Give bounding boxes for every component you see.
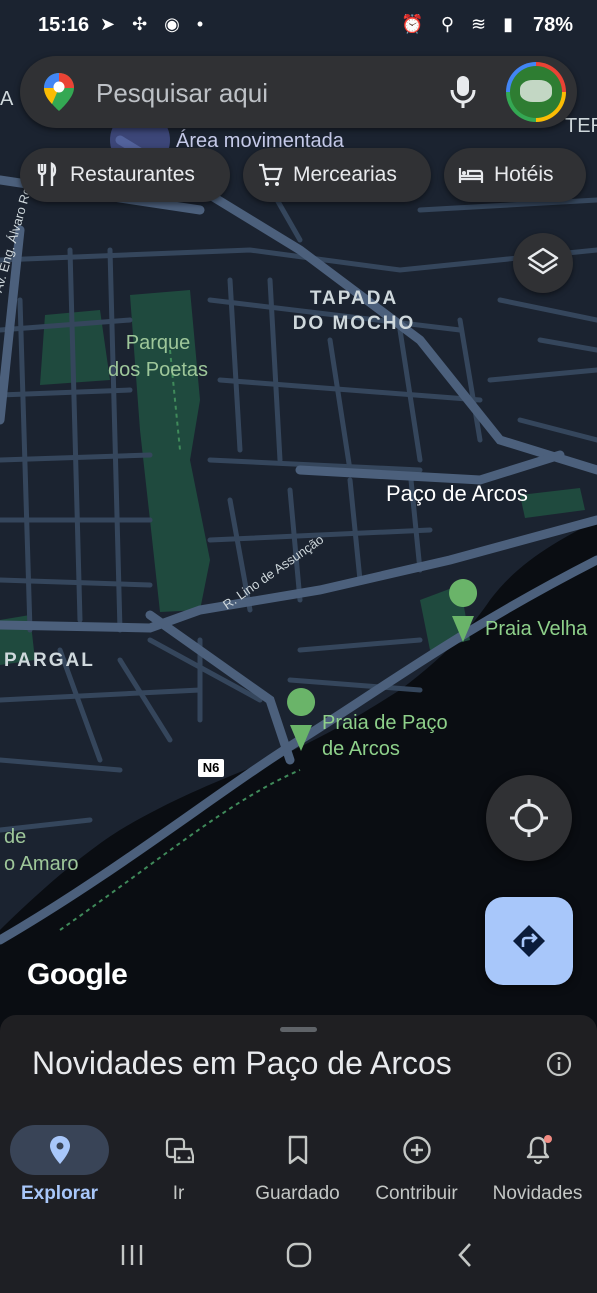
directions-button[interactable] — [485, 897, 573, 985]
google-attribution: Google — [27, 958, 128, 991]
neighborhood-label-tapada: TAPADA DO MOCHO — [286, 286, 422, 336]
tab-label: Ir — [172, 1183, 185, 1204]
my-location-button[interactable] — [486, 775, 572, 861]
bottom-navigation: Explorar Ir Guardado Contribuir Novidade… — [0, 1110, 597, 1220]
chip-label: Restaurantes — [70, 163, 195, 186]
sheet-title: Novidades em Paço de Arcos — [32, 1045, 452, 1081]
bed-icon — [458, 168, 484, 183]
notification-badge — [544, 1135, 552, 1143]
amaro-line1: de — [4, 826, 27, 848]
search-input[interactable]: Pesquisar aqui — [96, 78, 268, 109]
poi-label-praia-velha[interactable]: Praia Velha — [485, 616, 587, 642]
chip-label: Mercearias — [293, 163, 397, 186]
amaro-line2: o Amaro — [4, 853, 79, 875]
back-button[interactable] — [451, 1240, 481, 1270]
parque-line2: dos Poetas — [107, 359, 209, 381]
search-bar[interactable]: Pesquisar aqui — [20, 56, 577, 128]
profile-avatar[interactable] — [506, 62, 566, 122]
pin-icon — [50, 1136, 70, 1164]
chip-label: Hotéis — [494, 163, 554, 186]
system-navigation — [0, 1220, 597, 1293]
bell-icon — [526, 1135, 552, 1165]
edge-label-amaro: de o Amaro — [4, 824, 78, 878]
poi-label-praia-paco[interactable]: Praia de Paço de Arcos — [322, 710, 448, 762]
directions-icon — [513, 925, 545, 957]
layers-button[interactable] — [513, 233, 573, 293]
parque-line1: Parque — [125, 332, 191, 354]
tab-explorar[interactable]: Explorar — [0, 1110, 119, 1220]
maps-logo-icon — [44, 73, 74, 111]
neighborhood-label-pargal: PARGAL — [4, 650, 95, 671]
tab-guardado[interactable]: Guardado — [238, 1110, 357, 1220]
park-label-poetas[interactable]: Parque dos Poetas — [96, 330, 220, 384]
praia-paco-line2: de Arcos — [322, 738, 400, 760]
status-system-icons: ⏰ ⚲ ≋ ▮ — [401, 14, 519, 34]
edge-label-left: A — [0, 88, 14, 110]
road-shield-n6: N6 — [198, 759, 224, 777]
info-icon[interactable] — [546, 1051, 572, 1077]
tab-label: Contribuir — [375, 1183, 458, 1204]
mic-icon[interactable] — [448, 74, 478, 110]
praia-paco-line1: Praia de Paço — [322, 712, 448, 734]
tapada-line1: TAPADA — [309, 288, 399, 309]
edge-label-right: TER — [565, 115, 597, 137]
avatar-image — [510, 66, 562, 118]
chip-hoteis[interactable]: Hotéis — [444, 148, 586, 202]
tab-ir[interactable]: Ir — [119, 1110, 238, 1220]
cart-icon — [259, 163, 283, 186]
tab-label: Novidades — [492, 1183, 583, 1204]
tab-label: Guardado — [255, 1183, 340, 1204]
chip-restaurantes[interactable]: Restaurantes — [20, 148, 230, 202]
sheet-drag-handle[interactable] — [280, 1027, 317, 1032]
tab-contribuir[interactable]: Contribuir — [357, 1110, 476, 1220]
status-notification-icons: ➤ ✣ ◉ • — [100, 14, 210, 34]
tapada-line2: DO MOCHO — [292, 313, 416, 334]
crosshair-icon — [510, 799, 548, 837]
status-battery: 78% — [532, 14, 573, 36]
chip-mercearias[interactable]: Mercearias — [243, 148, 431, 202]
tab-label: Explorar — [20, 1183, 99, 1204]
bookmark-icon — [288, 1135, 308, 1165]
town-label-paco-de-arcos[interactable]: Paço de Arcos — [386, 481, 528, 507]
layers-icon — [527, 247, 559, 275]
commute-icon — [165, 1137, 194, 1164]
status-bar: 15:16 ➤ ✣ ◉ • ⏰ ⚲ ≋ ▮ 78% — [0, 0, 597, 52]
status-time: 15:16 — [38, 14, 90, 36]
recents-button[interactable] — [117, 1240, 147, 1270]
add-circle-icon — [403, 1136, 431, 1164]
home-button[interactable] — [284, 1240, 314, 1270]
tab-novidades[interactable]: Novidades — [478, 1110, 597, 1220]
fork-knife-icon — [37, 162, 57, 186]
